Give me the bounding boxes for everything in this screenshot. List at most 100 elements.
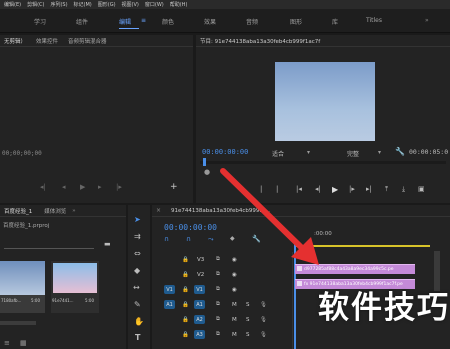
play-icon[interactable]: ▶ [332,185,338,194]
new-bin-icon[interactable]: ▬ [104,240,111,248]
item-duration: 5:00 [31,298,40,303]
selection-tool-icon[interactable]: ➤ [134,215,141,224]
tab-effect-controls[interactable]: 效果控件 [36,37,58,45]
linked-selection-icon[interactable]: ⤳ [208,235,214,244]
microphone-icon[interactable]: 🎙 [260,302,267,308]
quality-dropdown[interactable]: 完整 [347,149,359,158]
lock-icon[interactable]: 🔒 [182,302,189,308]
menu-graphics[interactable]: 图形(G) [98,1,116,8]
zoom-handle-icon[interactable]: ● [204,168,210,176]
export-frame-icon[interactable]: ▣ [418,185,425,193]
lock-icon[interactable]: 🔒 [182,287,189,293]
workspace-titles[interactable]: Titles [366,17,382,24]
fit-dropdown-chevron-icon[interactable]: ▾ [307,149,310,156]
fit-dropdown[interactable]: 适合 [272,149,284,158]
clip-fx-icon [297,281,302,286]
step-back-frame-icon[interactable]: ◂ [62,183,66,191]
project-scrollbar[interactable] [0,321,36,325]
program-timecode[interactable]: 00:00:00:00 [202,148,248,156]
timeline-timecode[interactable]: 00:00:00:00 [164,223,217,232]
wrench-icon[interactable]: 🔧 [395,147,405,156]
mute-button[interactable]: M [232,302,237,308]
lock-icon[interactable]: 🔒 [182,317,189,323]
source-patch-v1[interactable]: V1 [164,285,175,294]
lock-icon[interactable]: 🔒 [182,257,189,263]
tab-source[interactable]: 无剪辑） [4,37,26,45]
ripple-edit-tool-icon[interactable]: ⇔ [134,249,141,258]
track-target-v1[interactable]: V1 [194,285,205,294]
source-patch-a1[interactable]: A1 [164,300,175,309]
step-back-icon[interactable]: ◂| [40,183,46,191]
nest-sequence-icon[interactable]: ∩ [164,235,169,243]
track-target-a2[interactable]: A2 [194,315,205,324]
more-workspaces-icon[interactable]: » [425,17,429,24]
sync-lock-icon[interactable]: ⧉ [216,316,220,323]
track-name[interactable]: V2 [197,272,204,278]
add-button-icon[interactable]: + [170,182,178,192]
track-target-a3[interactable]: A3 [194,330,205,339]
sync-lock-icon[interactable]: ⧉ [216,301,220,308]
step-forward-icon[interactable]: |▸ [349,185,355,193]
solo-button[interactable]: S [246,302,250,308]
eye-icon[interactable]: ◉ [232,272,237,278]
menu-help[interactable]: 帮助(H) [170,1,188,8]
mute-button[interactable]: M [232,317,237,323]
step-forward-icon[interactable]: |▸ [116,183,122,191]
more-tabs-icon[interactable]: » [72,208,75,214]
workspace-color[interactable]: 颜色 [162,17,174,26]
snap-icon[interactable]: ∩ [186,235,191,243]
lock-icon[interactable]: 🔒 [182,332,189,338]
extract-icon[interactable]: ⤓ [402,185,405,194]
project-item[interactable]: 91e7441... 5:00 [51,261,99,313]
track-select-tool-icon[interactable]: ⇉ [134,232,141,241]
track-target-a1[interactable]: A1 [194,300,205,309]
pen-tool-icon[interactable]: ✎ [134,300,141,309]
program-scrub-bar[interactable] [200,161,446,164]
workspace-assembly[interactable]: 组件 [76,17,88,26]
track-name[interactable]: V3 [197,257,204,263]
menu-bar: 编辑(E) 剪辑(C) 序列(S) 标记(M) 图形(G) 视图(V) 窗口(W… [0,0,450,9]
lock-icon[interactable]: 🔒 [182,272,189,278]
solo-button[interactable]: S [246,317,250,323]
sync-lock-icon[interactable]: ⧉ [216,331,220,338]
workspace-effects[interactable]: 效果 [204,17,216,26]
menu-edit[interactable]: 编辑(E) [4,1,21,8]
lift-icon[interactable]: ⤒ [385,185,388,194]
project-item[interactable]: 7180afb... 5:00 [0,261,45,313]
list-view-icon[interactable]: ≡ [4,339,10,347]
tab-media-browser[interactable]: 媒体浏览 [44,207,66,215]
project-search-input[interactable] [4,241,94,249]
workspace-editing[interactable]: 编辑 [119,17,140,29]
tab-audio-clip-mixer[interactable]: 音频剪辑混合器 [68,37,107,45]
menu-window[interactable]: 窗口(W) [145,1,164,8]
microphone-icon[interactable]: 🎙 [260,317,267,323]
menu-view[interactable]: 视图(V) [122,1,139,8]
sync-lock-icon[interactable]: ⧉ [216,271,220,278]
workspace-libraries[interactable]: 库 [332,17,338,26]
mute-button[interactable]: M [232,332,237,338]
microphone-icon[interactable]: 🎙 [260,332,267,338]
type-tool-icon[interactable]: T [135,333,140,342]
play-icon[interactable]: ▶ [80,183,85,191]
menu-sequence[interactable]: 序列(S) [50,1,67,8]
solo-button[interactable]: S [246,332,250,338]
workspace-graphics[interactable]: 图形 [290,17,302,26]
sync-lock-icon[interactable]: ⧉ [216,286,220,293]
workspace-audio[interactable]: 音频 [246,17,258,26]
go-to-out-icon[interactable]: ▸| [366,185,372,193]
hand-tool-icon[interactable]: ✋ [134,317,144,326]
tab-project[interactable]: 百度经验_1 [4,207,32,215]
close-tab-icon[interactable]: × [156,207,161,214]
step-forward-frame-icon[interactable]: ▸ [98,183,102,191]
program-playhead[interactable] [203,158,206,166]
menu-clip[interactable]: 剪辑(C) [27,1,44,8]
menu-marker[interactable]: 标记(M) [74,1,92,8]
workspace-menu-icon[interactable]: ≡ [141,17,146,24]
eye-icon[interactable]: ◉ [232,287,237,293]
program-monitor-title[interactable]: 节目: 91e744138aba13a30feb4cb999f1ac7f [200,37,320,45]
razor-tool-icon[interactable]: ◆ [134,266,140,275]
slip-tool-icon[interactable]: ↔ [133,283,140,292]
icon-view-icon[interactable]: ▦ [20,339,27,347]
quality-dropdown-chevron-icon[interactable]: ▾ [378,149,381,156]
workspace-learn[interactable]: 学习 [34,17,46,26]
